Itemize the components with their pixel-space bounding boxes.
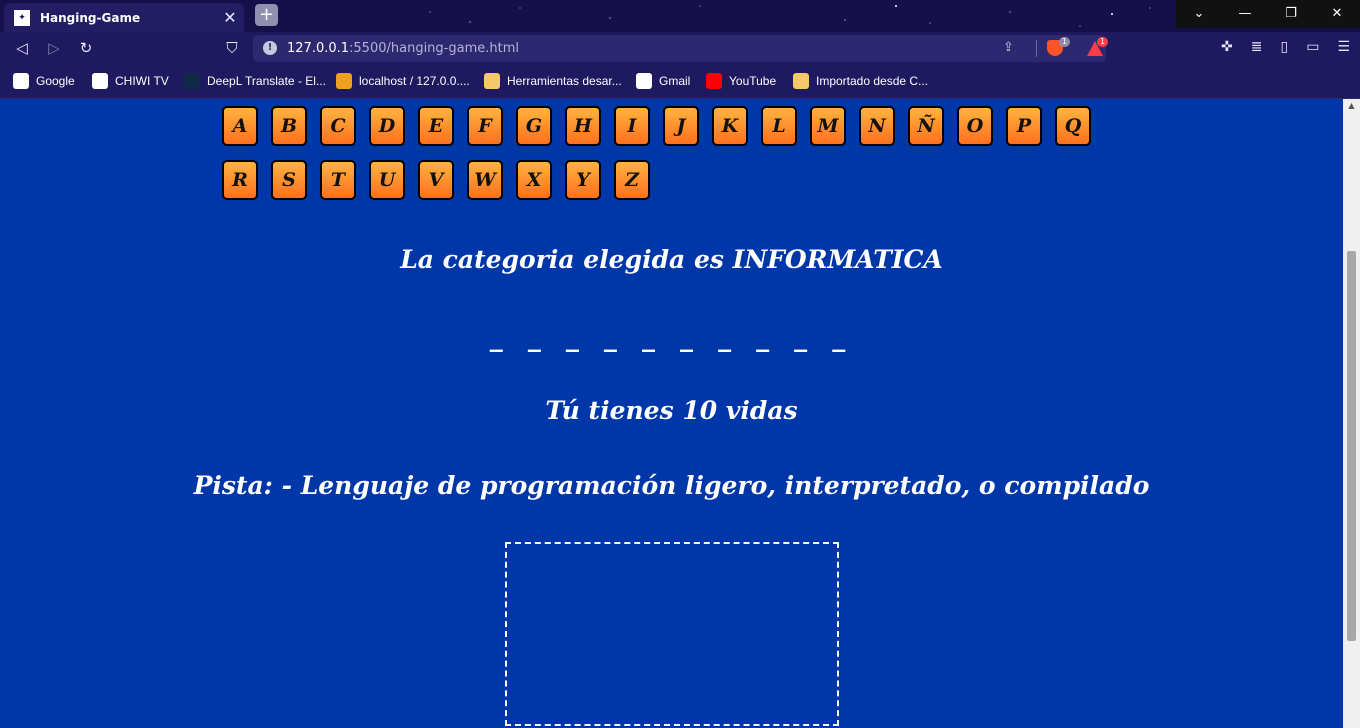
youtube-icon [706, 73, 722, 89]
letter-key-button[interactable]: Y [565, 160, 601, 200]
bookmark-label: Herramientas desar... [507, 74, 622, 88]
letter-key-button[interactable]: T [320, 160, 356, 200]
back-icon[interactable]: ◁ [12, 38, 32, 58]
letter-key-button[interactable]: C [320, 106, 356, 146]
letter-key-button[interactable]: H [565, 106, 601, 146]
deepl-icon [184, 73, 200, 89]
tab-favicon-icon: ✦ [14, 9, 30, 26]
bookmark-icon[interactable]: ⛉ [222, 38, 242, 58]
hint-text: Pista: - Lenguaje de programación ligero… [193, 471, 1150, 500]
window-controls: ⌄ — ❐ ✕ [1176, 0, 1360, 28]
letter-key-button[interactable]: X [516, 160, 552, 200]
bookmark-label: DeepL Translate - El... [207, 74, 326, 88]
folder-icon [793, 73, 809, 89]
brave-shields-badge: 1 [1059, 37, 1071, 47]
rewards-badge: 1 [1097, 37, 1109, 47]
playlist-icon[interactable]: ≣ [1251, 39, 1263, 55]
letter-key-button[interactable]: L [761, 106, 797, 146]
toolbar-icons: ✜ ≣ ▯ ▭ ☰ [1221, 39, 1350, 55]
letter-key-button[interactable]: N [859, 106, 895, 146]
scroll-thumb[interactable] [1347, 251, 1356, 641]
scroll-up-arrow-icon[interactable]: ▲ [1343, 99, 1360, 113]
bookmark-label: CHIWI TV [115, 74, 169, 88]
letter-key-button[interactable]: J [663, 106, 699, 146]
tab-search-chevron-icon[interactable]: ⌄ [1176, 0, 1222, 28]
site-info-icon[interactable]: ! [263, 41, 277, 55]
category-text: La categoria elegida es INFORMATICA [400, 245, 943, 274]
lives-text: Tú tienes 10 vidas [545, 396, 798, 425]
letter-key-button[interactable]: S [271, 160, 307, 200]
restore-button[interactable]: ❐ [1268, 0, 1314, 28]
tab-close-icon[interactable]: ✕ [216, 8, 244, 27]
letter-key-button[interactable]: R [222, 160, 258, 200]
letter-key-button[interactable]: B [271, 106, 307, 146]
letter-key-button[interactable]: Q [1055, 106, 1091, 146]
folder-icon [484, 73, 500, 89]
bookmark-label: Google [36, 74, 75, 88]
letter-key-button[interactable]: F [467, 106, 503, 146]
minimize-button[interactable]: — [1222, 0, 1268, 28]
reload-icon[interactable]: ↻ [76, 38, 96, 58]
vertical-scrollbar[interactable]: ▲ [1343, 99, 1360, 728]
address-bar[interactable]: ! 127.0.0.1:5500/hanging-game.html ⇪ 1 1 [253, 35, 1109, 62]
gmail-icon [636, 73, 652, 89]
bookmarks-bar: Google CHIWI TV DeepL Translate - El... loc… [0, 64, 1360, 99]
letter-key-button[interactable]: V [418, 160, 454, 200]
bookmark-item[interactable]: Herramientas desar... [484, 72, 622, 90]
browser-tab[interactable]: ✦ Hanging-Game ✕ [4, 3, 244, 32]
bookmark-item[interactable]: YouTube [706, 72, 776, 90]
game-page: ABCDEFGHIJKLMNÑOPQ RSTUVWXYZ La categoria… [0, 99, 1343, 728]
menu-icon[interactable]: ☰ [1337, 39, 1350, 55]
tv-icon [92, 73, 108, 89]
bookmark-item[interactable]: localhost / 127.0.0.... [336, 72, 470, 90]
forward-icon[interactable]: ▷ [44, 38, 64, 58]
letter-key-button[interactable]: A [222, 106, 258, 146]
letter-key-button[interactable]: Ñ [908, 106, 944, 146]
letter-key-button[interactable]: U [369, 160, 405, 200]
bookmark-item[interactable]: Google [13, 72, 75, 90]
bookmark-item[interactable]: CHIWI TV [92, 72, 169, 90]
letter-key-button[interactable]: M [810, 106, 846, 146]
browser-chrome: ✦ Hanging-Game ✕ + ⌄ — ❐ ✕ ◁ ▷ ↻ ⛉ ! 127… [0, 0, 1360, 99]
navigation-bar: ◁ ▷ ↻ ⛉ ! 127.0.0.1:5500/hanging-game.ht… [0, 32, 1360, 64]
bookmark-item[interactable]: Importado desde C... [793, 72, 928, 90]
bookmark-item[interactable]: Gmail [636, 72, 690, 90]
extensions-icon[interactable]: ✜ [1221, 39, 1233, 55]
bookmark-item[interactable]: DeepL Translate - El... [184, 72, 326, 90]
sidebar-icon[interactable]: ▯ [1280, 39, 1288, 55]
new-tab-button[interactable]: + [255, 4, 278, 26]
letter-key-button[interactable]: G [516, 106, 552, 146]
letter-key-button[interactable]: P [1006, 106, 1042, 146]
bookmark-label: YouTube [729, 74, 777, 88]
letter-key-button[interactable]: W [467, 160, 503, 200]
url-separator [1036, 40, 1037, 57]
url-text: 127.0.0.1:5500/hanging-game.html [287, 41, 519, 56]
bookmark-label: Gmail [659, 74, 691, 88]
google-icon [13, 73, 29, 89]
url-path: :5500/hanging-game.html [349, 41, 519, 56]
word-blanks: _ _ _ _ _ _ _ _ _ _ [489, 323, 854, 353]
wallet-icon[interactable]: ▭ [1306, 39, 1319, 55]
bookmark-label: Importado desde C... [816, 74, 929, 88]
letter-key-button[interactable]: Z [614, 160, 650, 200]
share-icon[interactable]: ⇪ [1003, 40, 1014, 55]
hangman-drawing-area [505, 542, 839, 726]
url-host: 127.0.0.1 [287, 41, 350, 56]
close-window-button[interactable]: ✕ [1314, 0, 1360, 28]
letter-key-button[interactable]: E [418, 106, 454, 146]
phpmyadmin-icon [336, 73, 352, 89]
letter-key-button[interactable]: D [369, 106, 405, 146]
letter-key-button[interactable]: O [957, 106, 993, 146]
bookmark-label: localhost / 127.0.0.... [359, 74, 470, 88]
tab-title: Hanging-Game [40, 10, 141, 25]
letter-key-button[interactable]: K [712, 106, 748, 146]
letter-key-button[interactable]: I [614, 106, 650, 146]
